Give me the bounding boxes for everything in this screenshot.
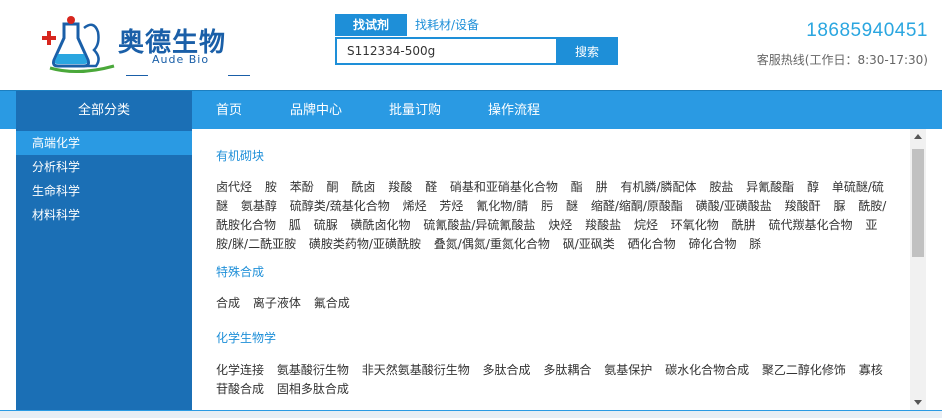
category-tag[interactable]: 脎: [749, 237, 761, 251]
sidebar-item-life-science[interactable]: 生命科学: [16, 179, 192, 203]
nav-item-bulk-order[interactable]: 批量订购: [389, 91, 441, 130]
sidebar-item-materials-science[interactable]: 材料科学: [16, 203, 192, 227]
category-tag[interactable]: 羧酸盐: [585, 218, 621, 232]
sidebar-item-high-end-chemistry[interactable]: 高端化学: [16, 131, 192, 155]
category-tag[interactable]: 炔烃: [548, 218, 572, 232]
category-tag[interactable]: 砜/亚砜类: [563, 237, 615, 251]
category-tag[interactable]: 氨基保护: [604, 363, 652, 377]
category-tag[interactable]: 硫醇类/巯基化合物: [290, 199, 390, 213]
category-tag[interactable]: 硝基和亚硝基化合物: [450, 180, 558, 194]
category-tag[interactable]: 多肽合成: [483, 363, 531, 377]
category-tag[interactable]: 合成: [216, 296, 240, 310]
category-tag[interactable]: 磺酰卤化物: [351, 218, 411, 232]
category-tag[interactable]: 醛: [425, 180, 437, 194]
category-tag[interactable]: 肼: [596, 180, 608, 194]
category-tag[interactable]: 聚乙二醇化修饰: [762, 363, 846, 377]
bottom-divider: [0, 410, 942, 418]
phone-number: 18685940451: [806, 20, 928, 41]
nav-item-brands[interactable]: 品牌中心: [290, 91, 342, 130]
category-tag[interactable]: 固相多肽合成: [277, 382, 349, 396]
category-tag[interactable]: 脲: [833, 199, 845, 213]
logo-subtitle: Aude Bio: [152, 53, 210, 66]
category-tag[interactable]: 酰肼: [732, 218, 756, 232]
category-tag[interactable]: 苯酚: [290, 180, 314, 194]
nav-item-home[interactable]: 首页: [216, 91, 242, 130]
content-scrollbar[interactable]: [910, 129, 926, 410]
category-tag[interactable]: 羧酸酐: [785, 199, 821, 213]
category-tag[interactable]: 醚: [566, 199, 578, 213]
category-tag[interactable]: 肟: [541, 199, 553, 213]
category-tag[interactable]: 离子液体: [253, 296, 301, 310]
search-input[interactable]: [337, 39, 553, 63]
arrow-down-icon: [914, 400, 922, 405]
category-tag[interactable]: 氰化物/腈: [476, 199, 528, 213]
category-tag[interactable]: 胺盐: [709, 180, 733, 194]
section-title-special-synthesis[interactable]: 特殊合成: [216, 263, 264, 280]
tab-find-reagent[interactable]: 找试剂: [335, 14, 407, 36]
arrow-up-icon: [914, 134, 922, 139]
category-tag[interactable]: 环氧化物: [671, 218, 719, 232]
section-title-chemical-biology[interactable]: 化学生物学: [216, 329, 276, 346]
category-tag[interactable]: 酯: [571, 180, 583, 194]
category-tag[interactable]: 烷烃: [634, 218, 658, 232]
scroll-up-button[interactable]: [910, 129, 926, 145]
site-header: 奥德生物 Aude Bio 找试剂 找耗材/设备 搜索 18685940451 …: [0, 0, 942, 90]
category-tag[interactable]: 异氰酸酯: [746, 180, 794, 194]
nav-item-process[interactable]: 操作流程: [488, 91, 540, 130]
category-tag[interactable]: 缩醛/缩酮/原酸酯: [591, 199, 683, 213]
scroll-thumb[interactable]: [912, 149, 924, 257]
category-tag[interactable]: 硫氰酸盐/异硫氰酸盐: [423, 218, 535, 232]
logo-divider-left: [126, 75, 148, 76]
category-tag[interactable]: 叠氮/偶氮/重氮化合物: [434, 237, 550, 251]
all-categories-button[interactable]: 全部分类: [16, 91, 192, 130]
category-tag[interactable]: 碲化合物: [688, 237, 736, 251]
sidebar-item-analytical-science[interactable]: 分析科学: [16, 155, 192, 179]
category-tag[interactable]: 酰卤: [351, 180, 375, 194]
category-tag[interactable]: 磺酸/亚磺酸盐: [696, 199, 772, 213]
category-tag[interactable]: 硒化合物: [628, 237, 676, 251]
category-tag[interactable]: 硫代羰基化合物: [768, 218, 852, 232]
scroll-down-button[interactable]: [910, 394, 926, 410]
search-box: 搜索: [335, 37, 618, 65]
flask-logo-icon: [42, 16, 115, 74]
tag-list-chemical-biology: 化学连接 氨基酸衍生物 非天然氨基酸衍生物 多肽合成 多肽耦合 氨基保护 碳水化…: [216, 361, 888, 399]
category-tag[interactable]: 醇: [807, 180, 819, 194]
service-hotline: 客服热线(工作日：8:30-17:30): [756, 53, 928, 67]
category-tag[interactable]: 氨基酸衍生物: [277, 363, 349, 377]
search-button[interactable]: 搜索: [556, 39, 618, 63]
category-tag[interactable]: 氟合成: [314, 296, 350, 310]
logo-divider-right: [228, 75, 250, 76]
category-tag[interactable]: 化学连接: [216, 363, 264, 377]
tag-list-special-synthesis: 合成 离子液体 氟合成: [216, 294, 888, 313]
category-sidebar: 高端化学 分析科学 生命科学 材料科学: [16, 129, 192, 410]
category-tag[interactable]: 胍: [289, 218, 301, 232]
category-tag[interactable]: 非天然氨基酸衍生物: [362, 363, 470, 377]
category-tag[interactable]: 有机膦/膦配体: [620, 180, 696, 194]
category-tag[interactable]: 芳烃: [439, 199, 463, 213]
main-nav: 全部分类 首页 品牌中心 批量订购 操作流程: [0, 90, 942, 130]
section-title-building-blocks[interactable]: 有机砌块: [216, 147, 264, 164]
category-tag[interactable]: 酮: [327, 180, 339, 194]
category-tag[interactable]: 磺胺类药物/亚磺酰胺: [309, 237, 421, 251]
category-tag[interactable]: 碳水化合物合成: [665, 363, 749, 377]
tag-list-building-blocks: 卤代烃 胺 苯酚 酮 酰卤 羧酸 醛 硝基和亚硝基化合物 酯 肼 有机膦/膦配体…: [216, 178, 888, 254]
category-tag[interactable]: 氨基醇: [241, 199, 277, 213]
category-content-panel: 有机砌块 卤代烃 胺 苯酚 酮 酰卤 羧酸 醛 硝基和亚硝基化合物 酯 肼 有机…: [192, 129, 926, 410]
category-tag[interactable]: 烯烃: [403, 199, 427, 213]
tab-find-consumables[interactable]: 找耗材/设备: [415, 14, 479, 36]
category-tag[interactable]: 卤代烃: [216, 180, 252, 194]
category-tag[interactable]: 羧酸: [388, 180, 412, 194]
category-tag[interactable]: 硫脲: [314, 218, 338, 232]
category-tag[interactable]: 多肽耦合: [543, 363, 591, 377]
logo[interactable]: 奥德生物 Aude Bio: [38, 14, 260, 76]
category-tag[interactable]: 胺: [265, 180, 277, 194]
